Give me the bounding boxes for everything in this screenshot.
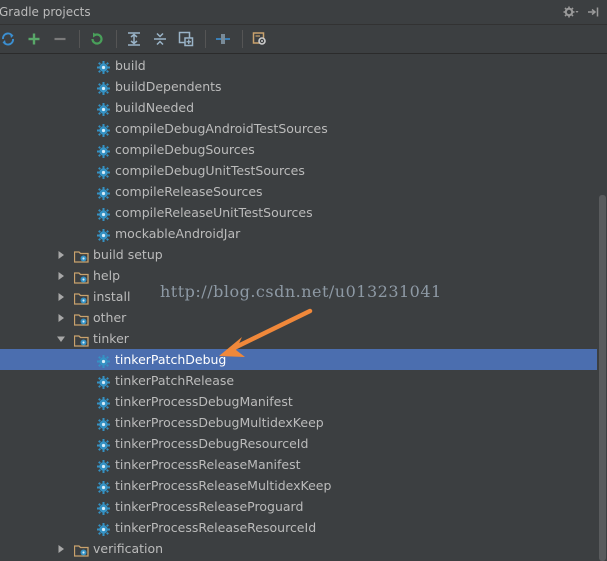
gradle-task-gear-icon [97,122,110,137]
task-row[interactable]: buildDependents [0,76,597,97]
task-label: tinkerPatchDebug [115,352,227,367]
task-group-row[interactable]: build setup [0,244,597,265]
gradle-task-gear-icon [97,80,110,95]
gradle-task-gear-icon [97,479,110,494]
gradle-task-tree: build buildDependents buildNeeded compileDe… [0,55,597,561]
gradle-task-gear-icon [97,500,110,515]
task-row[interactable]: tinkerProcessDebugResourceId [0,433,597,454]
gradle-task-gear-icon [97,143,110,158]
task-label: mockableAndroidJar [115,226,241,241]
toolbar-separator [242,30,243,48]
gradle-task-gear-icon [97,395,110,410]
task-label: tinkerProcessDebugResourceId [115,436,309,451]
gear-icon[interactable] [563,6,579,18]
task-group-folder-icon [73,332,89,347]
toolbar-separator [116,30,117,48]
task-group-folder-icon [73,290,89,305]
task-row[interactable]: compileReleaseSources [0,181,597,202]
task-group-label: tinker [93,331,129,346]
task-row[interactable]: compileDebugAndroidTestSources [0,118,597,139]
gradle-settings-icon[interactable] [248,27,272,51]
gradle-task-gear-icon [97,353,110,368]
task-row[interactable]: tinkerProcessReleaseResourceId [0,517,597,538]
task-group-label: other [93,310,127,325]
collapse-all-icon[interactable] [148,27,172,51]
task-group-label: build setup [93,247,163,262]
gradle-task-gear-icon [97,374,110,389]
expanded-arrow-icon[interactable] [56,334,66,344]
collapsed-arrow-icon[interactable] [56,271,66,281]
task-group-row[interactable]: tinker [0,328,597,349]
remove-icon[interactable] [48,27,72,51]
task-label: tinkerProcessReleaseResourceId [115,520,317,535]
gradle-task-gear-icon [97,437,110,452]
task-group-row[interactable]: verification [0,538,597,559]
task-group-label: verification [93,541,164,556]
task-group-folder-icon [73,542,89,557]
header-tools [563,6,607,18]
run-task-icon[interactable] [85,27,109,51]
task-label: compileDebugUnitTestSources [115,163,305,178]
task-row[interactable]: tinkerProcessReleaseProguard [0,496,597,517]
expand-all-icon[interactable] [122,27,146,51]
task-label: tinkerProcessReleaseProguard [115,499,304,514]
task-label: buildDependents [115,79,222,94]
collapsed-arrow-icon[interactable] [56,313,66,323]
task-row[interactable]: tinkerProcessReleaseMultidexKeep [0,475,597,496]
task-row[interactable]: tinkerPatchRelease [0,370,597,391]
gradle-task-gear-icon [97,416,110,431]
scrollbar-thumb[interactable] [599,195,606,561]
task-group-folder-icon [73,248,89,263]
task-label: buildNeeded [115,100,195,115]
task-label: tinkerProcessDebugManifest [115,394,293,409]
panel-title: Gradle projects [0,5,91,19]
collapsed-arrow-icon[interactable] [56,250,66,260]
task-label: tinkerProcessReleaseManifest [115,457,301,472]
watermark-text: http://blog.csdn.net/u013231041 [160,282,442,301]
task-group-row[interactable]: other [0,307,597,328]
gradle-task-gear-icon [97,164,110,179]
toggle-offline-icon[interactable] [211,27,235,51]
refresh-all-icon[interactable] [0,27,20,51]
gradle-task-gear-icon [97,521,110,536]
task-row[interactable]: tinkerProcessReleaseManifest [0,454,597,475]
gradle-task-gear-icon [97,59,110,74]
task-row[interactable]: buildNeeded [0,97,597,118]
collapsed-arrow-icon[interactable] [56,544,66,554]
task-label: tinkerProcessReleaseMultidexKeep [115,478,332,493]
task-row[interactable]: compileDebugSources [0,139,597,160]
toolbar-separator [79,30,80,48]
gradle-task-gear-icon [97,101,110,116]
task-label: compileDebugSources [115,142,255,157]
task-row[interactable]: tinkerPatchDebug [0,349,597,370]
task-label: compileReleaseUnitTestSources [115,205,313,220]
task-group-label: help [93,268,121,283]
panel-header: Gradle projects [0,0,607,25]
collapsed-arrow-icon[interactable] [56,292,66,302]
tree-scrollbar[interactable] [597,55,607,561]
gradle-task-gear-icon [97,185,110,200]
task-group-folder-icon [73,269,89,284]
task-row[interactable]: compileDebugUnitTestSources [0,160,597,181]
gradle-task-gear-icon [97,206,110,221]
gradle-task-gear-icon [97,458,110,473]
task-label: compileReleaseSources [115,184,263,199]
task-row[interactable]: compileReleaseUnitTestSources [0,202,597,223]
attach-project-icon[interactable] [174,27,198,51]
gradle-toolbar [0,25,607,54]
task-row[interactable]: mockableAndroidJar [0,223,597,244]
task-row[interactable]: tinkerProcessDebugManifest [0,391,597,412]
task-row[interactable]: tinkerProcessDebugMultidexKeep [0,412,597,433]
task-row[interactable]: build [0,55,597,76]
toolbar-separator [205,30,206,48]
gradle-task-gear-icon [97,227,110,242]
task-label: compileDebugAndroidTestSources [115,121,328,136]
hide-panel-icon[interactable] [587,6,599,18]
task-label: tinkerPatchRelease [115,373,235,388]
task-group-label: install [93,289,131,304]
task-label: tinkerProcessDebugMultidexKeep [115,415,324,430]
add-icon[interactable] [22,27,46,51]
task-group-folder-icon [73,311,89,326]
task-label: build [115,58,146,73]
